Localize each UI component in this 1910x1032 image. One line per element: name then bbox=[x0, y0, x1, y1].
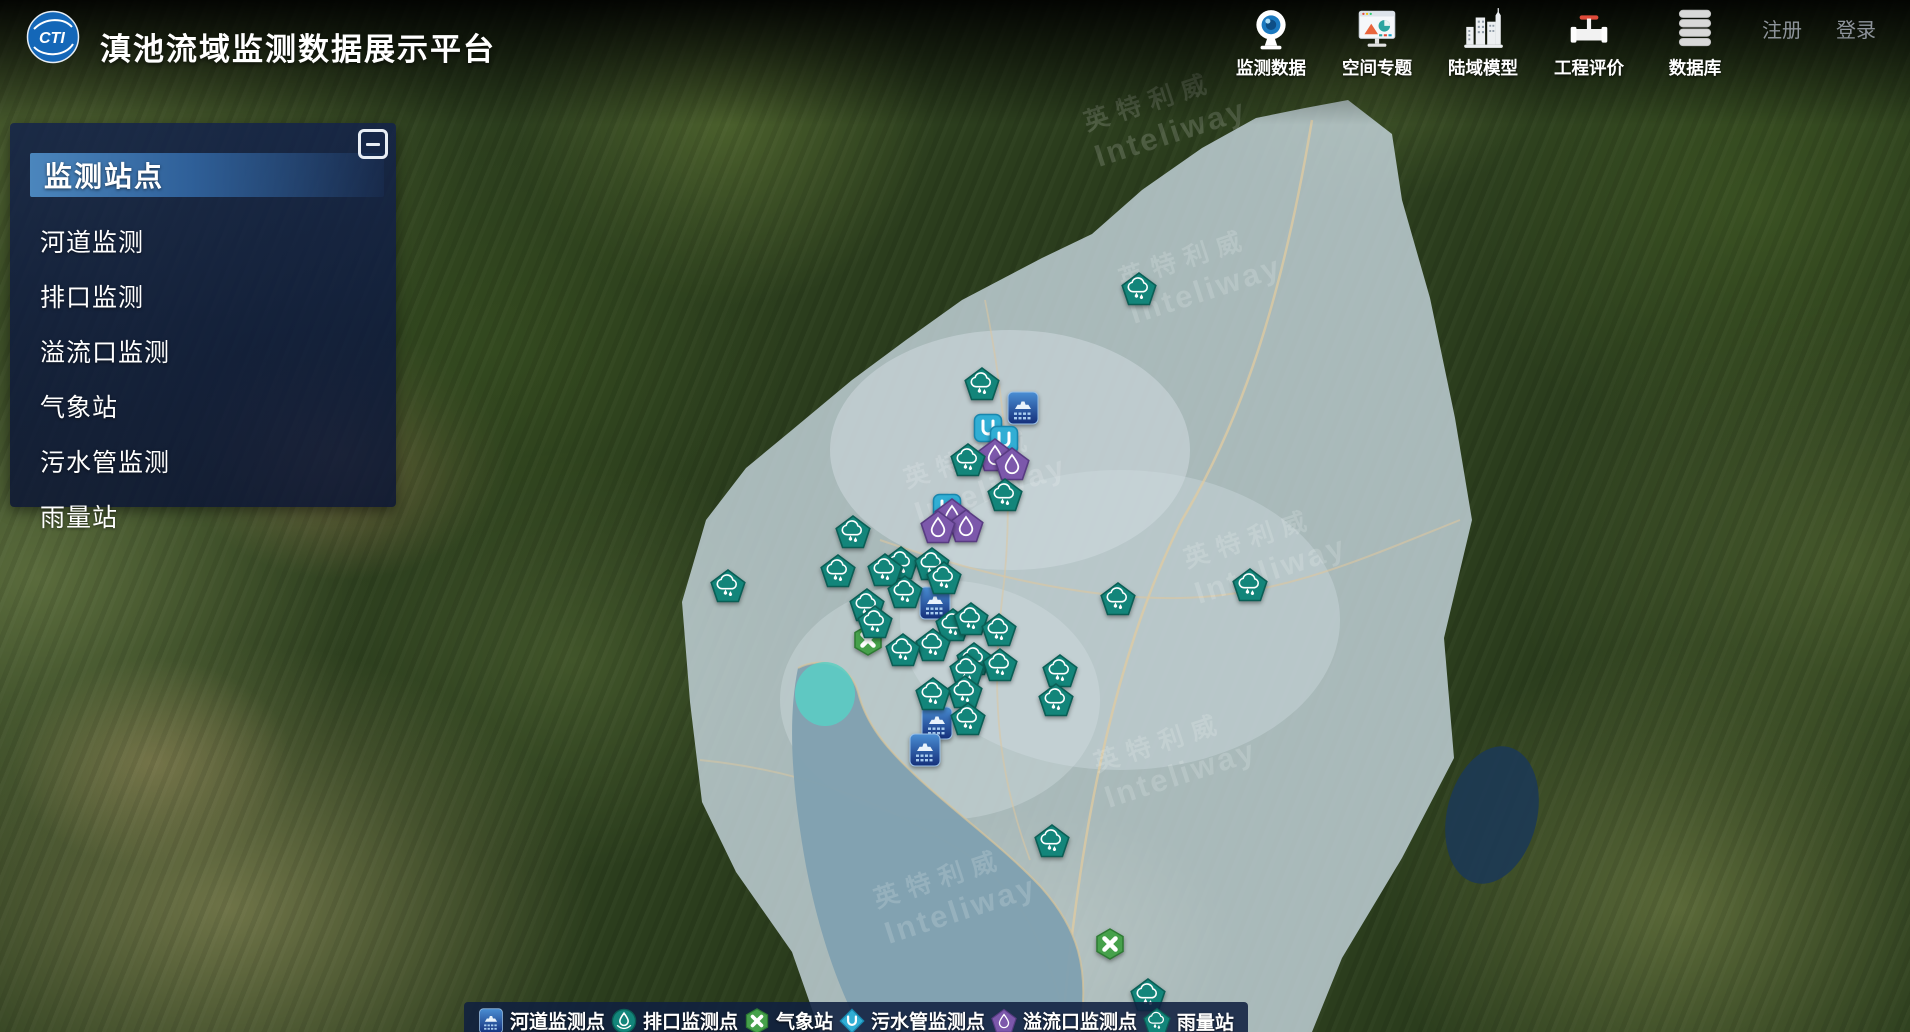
legend-label: 雨量站 bbox=[1177, 1008, 1234, 1032]
nav-item-land-model[interactable]: 陆域模型 bbox=[1430, 6, 1536, 80]
panel-item-overflow-monitoring[interactable]: 溢流口监测 bbox=[40, 333, 396, 369]
monitoring-stations-panel: 监测站点 河道监测 排口监测 溢流口监测 气象站 污水管监测 雨量站 bbox=[10, 123, 396, 507]
legend-item-sewage: 污水管监测点 bbox=[839, 1007, 985, 1032]
rain-station-marker[interactable] bbox=[1232, 568, 1268, 603]
rain-station-marker[interactable] bbox=[915, 677, 951, 712]
database-icon bbox=[1672, 6, 1718, 52]
panel-item-river-monitoring[interactable]: 河道监测 bbox=[40, 223, 396, 259]
map-stage[interactable]: 英特利威Inteliway英特利威Inteliway英特利威Inteliway英… bbox=[0, 0, 1910, 1032]
panel-collapse-button[interactable] bbox=[358, 129, 388, 159]
weather-marker-icon bbox=[744, 1008, 770, 1032]
rain-station-marker[interactable] bbox=[835, 515, 871, 550]
panel-menu: 河道监测 排口监测 溢流口监测 气象站 污水管监测 雨量站 bbox=[40, 223, 396, 534]
legend-label: 污水管监测点 bbox=[871, 1007, 985, 1032]
nav-label: 数据库 bbox=[1669, 55, 1722, 80]
nav-label: 空间专题 bbox=[1342, 55, 1412, 80]
page-title: 滇池流域监测数据展示平台 bbox=[100, 24, 496, 69]
weather-station-marker[interactable] bbox=[1094, 928, 1126, 960]
rain-station-marker[interactable] bbox=[1121, 272, 1157, 307]
legend-item-river: 河道监测点 bbox=[478, 1007, 605, 1032]
nav-item-database[interactable]: 数据库 bbox=[1642, 6, 1748, 80]
pipe-valve-icon bbox=[1566, 6, 1612, 52]
minimize-icon bbox=[366, 143, 380, 146]
panel-title: 监测站点 bbox=[44, 155, 164, 195]
rain-station-marker[interactable] bbox=[820, 554, 856, 589]
overflow-station-marker[interactable] bbox=[994, 447, 1030, 482]
panel-header: 监测站点 bbox=[30, 153, 384, 197]
svg-text:CTI: CTI bbox=[39, 30, 65, 47]
top-bar: CTI 滇池流域监测数据展示平台 监测数据 bbox=[0, 0, 1910, 125]
legend-label: 溢流口监测点 bbox=[1023, 1007, 1137, 1032]
rain-station-marker[interactable] bbox=[987, 478, 1023, 513]
legend-label: 气象站 bbox=[776, 1007, 833, 1032]
legend-item-outlet: 排口监测点 bbox=[611, 1007, 738, 1032]
monitor-chart-icon bbox=[1354, 6, 1400, 52]
panel-item-outlet-monitoring[interactable]: 排口监测 bbox=[40, 278, 396, 314]
panel-item-sewage-monitoring[interactable]: 污水管监测 bbox=[40, 443, 396, 479]
panel-item-rain-station[interactable]: 雨量站 bbox=[40, 498, 396, 534]
nav-item-monitoring-data[interactable]: 监测数据 bbox=[1218, 6, 1324, 80]
rain-station-marker[interactable] bbox=[1038, 683, 1074, 718]
legend-label: 河道监测点 bbox=[510, 1007, 605, 1032]
rain-marker-icon bbox=[1143, 1007, 1171, 1032]
rain-station-marker[interactable] bbox=[1100, 582, 1136, 617]
nav-item-project-evaluation[interactable]: 工程评价 bbox=[1536, 6, 1642, 80]
river-marker-icon bbox=[478, 1008, 504, 1032]
legend-item-overflow: 溢流口监测点 bbox=[991, 1007, 1137, 1032]
rain-station-marker[interactable] bbox=[1034, 824, 1070, 859]
map-legend: 河道监测点 排口监测点 气象站 污水管监测点 溢流口监测点 雨量站 bbox=[464, 1002, 1248, 1032]
nav-label: 陆域模型 bbox=[1448, 55, 1518, 80]
rain-station-marker[interactable] bbox=[964, 367, 1000, 402]
legend-label: 排口监测点 bbox=[643, 1007, 738, 1032]
panel-item-weather-station[interactable]: 气象站 bbox=[40, 388, 396, 424]
river-station-marker[interactable] bbox=[909, 733, 941, 767]
legend-item-rain: 雨量站 bbox=[1143, 1007, 1234, 1032]
sewage-marker-icon bbox=[839, 1008, 865, 1032]
rain-station-marker[interactable] bbox=[857, 605, 893, 640]
rain-station-marker[interactable] bbox=[926, 561, 962, 596]
overflow-marker-icon bbox=[991, 1008, 1017, 1032]
rain-station-marker[interactable] bbox=[950, 443, 986, 478]
legend-item-weather: 气象站 bbox=[744, 1007, 833, 1032]
overflow-station-marker[interactable] bbox=[920, 510, 956, 545]
nav-item-spatial-topics[interactable]: 空间专题 bbox=[1324, 6, 1430, 80]
login-link[interactable]: 登录 bbox=[1836, 14, 1876, 43]
rain-station-marker[interactable] bbox=[710, 569, 746, 604]
nav-label: 工程评价 bbox=[1554, 55, 1624, 80]
buildings-icon bbox=[1460, 6, 1506, 52]
rain-station-marker[interactable] bbox=[950, 702, 986, 737]
company-logo-icon: CTI bbox=[26, 10, 80, 64]
webcam-icon bbox=[1248, 6, 1294, 52]
outlet-marker-icon bbox=[611, 1008, 637, 1032]
main-nav: 监测数据 空间专题 bbox=[1218, 6, 1748, 80]
register-link[interactable]: 注册 bbox=[1762, 14, 1802, 43]
nav-label: 监测数据 bbox=[1236, 55, 1306, 80]
rain-station-marker[interactable] bbox=[982, 648, 1018, 683]
river-station-marker[interactable] bbox=[1007, 391, 1039, 425]
